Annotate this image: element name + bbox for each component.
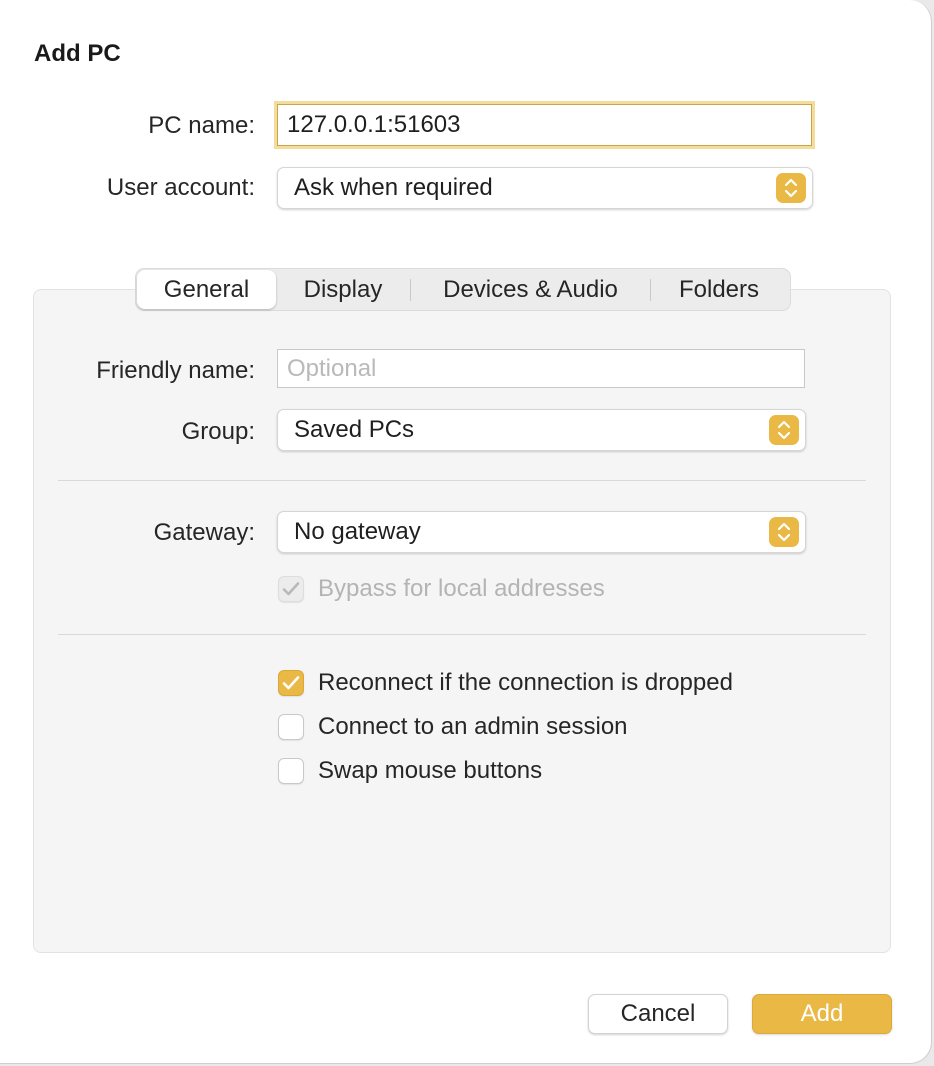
chevron-up-down-icon <box>769 517 799 547</box>
reconnect-label: Reconnect if the connection is dropped <box>318 669 733 696</box>
checkmark-icon <box>282 582 300 596</box>
tab-content-panel <box>33 289 891 953</box>
bypass-local-checkbox-row: Bypass for local addresses <box>278 575 605 603</box>
gateway-value: No gateway <box>294 518 421 545</box>
gateway-label: Gateway: <box>153 519 255 546</box>
bypass-local-label: Bypass for local addresses <box>318 575 605 602</box>
reconnect-checkbox[interactable] <box>278 670 304 696</box>
user-account-popup[interactable]: Ask when required <box>277 167 813 209</box>
swap-mouse-checkbox-row[interactable]: Swap mouse buttons <box>278 757 542 785</box>
tab-general-label: General <box>163 275 250 303</box>
gateway-popup[interactable]: No gateway <box>277 511 806 553</box>
swap-mouse-label: Swap mouse buttons <box>318 757 543 784</box>
swap-mouse-checkbox[interactable] <box>278 758 304 784</box>
add-pc-dialog: Add PC PC name: 127.0.0.1:51603 User acc… <box>0 0 932 1064</box>
section-divider <box>58 634 866 635</box>
tab-folders[interactable]: Folders <box>651 270 787 309</box>
section-divider <box>58 480 866 481</box>
group-value: Saved PCs <box>294 416 415 443</box>
group-popup[interactable]: Saved PCs <box>277 409 806 451</box>
friendly-name-label: Friendly name: <box>96 357 255 384</box>
pc-name-value: 127.0.0.1:51603 <box>287 111 461 138</box>
tab-folders-label: Folders <box>678 275 760 303</box>
checkmark-icon <box>282 676 300 690</box>
pc-name-label: PC name: <box>148 112 255 139</box>
tab-devices-audio-label: Devices & Audio <box>443 275 618 303</box>
reconnect-checkbox-row[interactable]: Reconnect if the connection is dropped <box>278 669 733 697</box>
tab-general[interactable]: General <box>137 270 276 309</box>
friendly-name-placeholder: Optional <box>287 354 377 382</box>
chevron-up-down-icon <box>776 173 806 203</box>
friendly-name-input[interactable]: Optional <box>277 349 805 388</box>
admin-session-label: Connect to an admin session <box>318 713 628 740</box>
tab-display[interactable]: Display <box>276 270 410 309</box>
cancel-button[interactable]: Cancel <box>588 994 728 1034</box>
admin-session-checkbox[interactable] <box>278 714 304 740</box>
pc-name-input[interactable]: 127.0.0.1:51603 <box>277 104 812 146</box>
dialog-title: Add PC <box>34 40 121 67</box>
tab-display-label: Display <box>303 275 383 303</box>
admin-session-checkbox-row[interactable]: Connect to an admin session <box>278 713 628 741</box>
bypass-local-checkbox <box>278 576 304 602</box>
add-button[interactable]: Add <box>752 994 892 1034</box>
user-account-label: User account: <box>106 174 255 201</box>
tab-devices-audio[interactable]: Devices & Audio <box>411 270 650 309</box>
group-label: Group: <box>181 418 255 445</box>
user-account-value: Ask when required <box>294 174 493 201</box>
chevron-up-down-icon <box>769 415 799 445</box>
tab-bar: General Display Devices & Audio Folders <box>135 268 791 311</box>
